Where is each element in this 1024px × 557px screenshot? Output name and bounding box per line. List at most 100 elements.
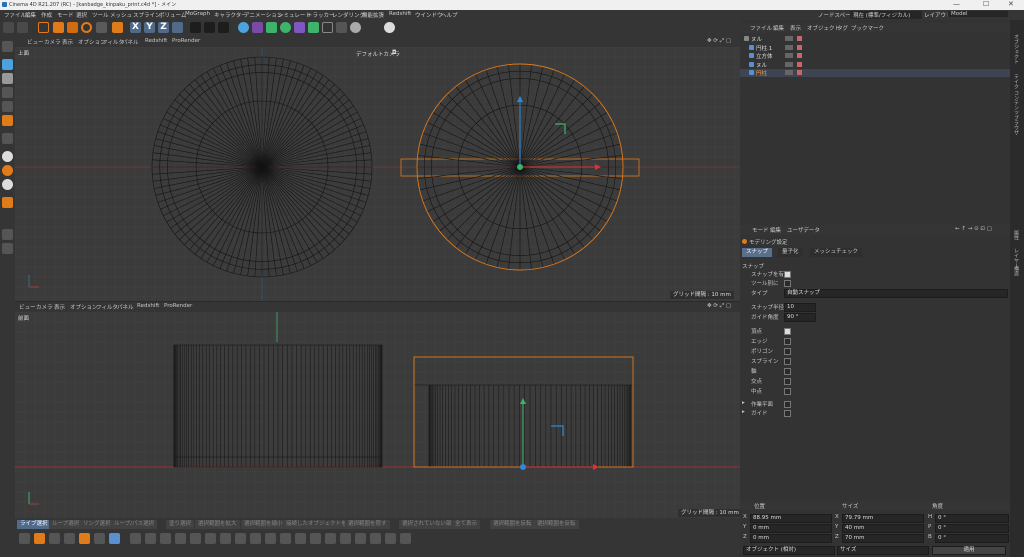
close-button[interactable]: ✕ xyxy=(1008,0,1014,8)
side-tab-objects[interactable]: オブジェクト xyxy=(1013,34,1020,64)
rotation-input[interactable]: 0 ° xyxy=(935,524,1009,533)
position-input[interactable]: 0 mm xyxy=(750,524,832,533)
visibility-toggle-icon[interactable] xyxy=(785,61,793,67)
light-object-icon[interactable] xyxy=(336,22,347,33)
menu-render[interactable]: レンダリング xyxy=(332,11,365,19)
hide-selected-button[interactable]: 選択範囲を隠す xyxy=(345,520,390,529)
om-menu-object[interactable]: オブジェクト xyxy=(807,24,840,32)
workplane-icon[interactable] xyxy=(2,179,13,190)
menu-select[interactable]: 選択 xyxy=(76,11,87,19)
guide-angle-input[interactable]: 90 ° xyxy=(784,313,816,322)
menu-mograph[interactable]: MoGraph xyxy=(185,11,210,17)
snap-item-checkbox[interactable] xyxy=(784,368,791,375)
menu-animation[interactable]: アニメーション xyxy=(244,11,282,19)
vp-nav-icons[interactable]: ✥ ⟳ ⤢ ▢ xyxy=(707,303,731,310)
nodespace-select[interactable]: 現在 (標準/フィジカル) xyxy=(850,11,923,19)
tab-snap[interactable]: スナップ xyxy=(742,248,773,257)
apply-button[interactable]: 適用 xyxy=(932,546,1006,555)
undo-icon[interactable] xyxy=(3,22,14,33)
workplane-checkbox[interactable] xyxy=(784,401,791,408)
fill-selection-button[interactable]: 塗り選択 xyxy=(166,520,195,529)
size-mode-select[interactable]: サイズ xyxy=(837,546,929,555)
pen-spline-icon[interactable] xyxy=(252,22,263,33)
grow-selection-button[interactable]: 選択範囲を拡大 xyxy=(195,520,240,529)
vp-menu-filter[interactable]: フィルタ xyxy=(96,303,118,311)
om-menu-file[interactable]: ファイル xyxy=(750,24,772,32)
tag-icon[interactable] xyxy=(797,53,802,58)
menu-spline[interactable]: スプライン xyxy=(133,11,161,19)
vp-menu-display[interactable]: 表示 xyxy=(62,38,73,46)
snap-type-select[interactable]: 自動スナップ xyxy=(784,289,1008,298)
menu-tracker[interactable]: トラッカー xyxy=(307,11,335,19)
path-selection-button[interactable]: ループ/パス選択 xyxy=(111,520,158,529)
camera-object-icon[interactable] xyxy=(322,22,333,33)
om-menu-edit[interactable]: 編集 xyxy=(773,24,784,32)
minimize-button[interactable]: — xyxy=(953,0,960,8)
coordinate-system-icon[interactable] xyxy=(172,22,183,33)
om-menu-tags[interactable]: タグ xyxy=(837,24,848,32)
om-menu-bookmarks[interactable]: ブックマーク xyxy=(851,24,884,32)
texture-mode-icon[interactable] xyxy=(2,73,13,84)
model-mode-icon[interactable] xyxy=(2,59,13,70)
recent-tool-icon[interactable] xyxy=(96,22,107,33)
front-viewport[interactable]: 前面 グリッド間隔 : 10 mm xyxy=(15,312,740,518)
invert-selection-button-2[interactable]: 選択範囲を反転 xyxy=(534,520,579,529)
tool-icon-6[interactable] xyxy=(94,533,105,544)
axis-mode-icon[interactable] xyxy=(2,133,13,144)
select-tool-icon[interactable] xyxy=(38,22,49,33)
tool-icon-3[interactable] xyxy=(49,533,60,544)
visibility-toggle-icon[interactable] xyxy=(785,53,793,58)
expand-arrow-icon[interactable]: ▸ xyxy=(742,409,745,415)
menu-tools[interactable]: ツール xyxy=(92,11,109,19)
top-viewport[interactable]: 上面 デフォルトカメラ ◘ グリッド間隔 : 10 mm xyxy=(15,47,740,301)
tool-icon-20[interactable] xyxy=(310,533,321,544)
menu-create[interactable]: 作成 xyxy=(41,11,52,19)
size-input[interactable]: 70 mm xyxy=(842,534,924,543)
am-menu-edit[interactable]: 編集 xyxy=(770,226,781,234)
x-axis-lock[interactable]: X xyxy=(130,22,141,33)
visibility-toggle-icon[interactable] xyxy=(785,70,793,75)
cube-primitive-icon[interactable] xyxy=(238,22,249,33)
tool-icon-16[interactable] xyxy=(250,533,261,544)
am-menu-userdata[interactable]: ユーザデータ xyxy=(787,226,820,234)
object-row[interactable]: 立方体 xyxy=(740,52,1010,60)
tool-icon-4[interactable] xyxy=(64,533,75,544)
snap-item-checkbox[interactable] xyxy=(784,388,791,395)
planar-workplane-icon[interactable] xyxy=(2,243,13,254)
vp-menu-redshift[interactable]: Redshift xyxy=(137,303,159,309)
tag-icon[interactable] xyxy=(797,61,802,67)
tab-quantize[interactable]: 量子化 xyxy=(778,248,803,257)
tool-icon-12[interactable] xyxy=(190,533,201,544)
side-tab-layers[interactable]: レイヤー xyxy=(1013,248,1020,268)
tool-icon-9[interactable] xyxy=(145,533,156,544)
tool-icon-22[interactable] xyxy=(340,533,351,544)
vp-menu-prorender[interactable]: ProRender xyxy=(164,303,192,309)
tab-mesh-check[interactable]: メッシュチェック xyxy=(810,248,863,257)
snap-radius-input[interactable]: 10 xyxy=(784,303,816,312)
vp-menu-view[interactable]: ビュー xyxy=(19,303,36,311)
tool-icon-7[interactable] xyxy=(109,533,120,544)
live-selection-button[interactable]: ライブ選択 xyxy=(17,520,51,529)
light-bulb-icon[interactable] xyxy=(350,22,361,33)
menu-edit[interactable]: 編集 xyxy=(25,11,36,19)
tool-icon-24[interactable] xyxy=(370,533,381,544)
make-editable-icon[interactable] xyxy=(2,41,13,52)
vp-nav-icons[interactable]: ✥ ⟳ ⤢ ▢ xyxy=(707,38,731,45)
maximize-button[interactable]: ☐ xyxy=(983,0,989,8)
tool-icon-14[interactable] xyxy=(220,533,231,544)
shrink-selection-button[interactable]: 選択範囲を縮小 xyxy=(241,520,286,529)
vp-menu-redshift[interactable]: Redshift xyxy=(145,38,167,44)
am-menu-mode[interactable]: モード xyxy=(752,226,769,234)
vp-menu-panel[interactable]: パネル xyxy=(117,303,134,311)
object-row[interactable]: 円柱.1 xyxy=(740,44,1010,52)
size-input[interactable]: 79.79 mm xyxy=(842,514,924,523)
guide-checkbox[interactable] xyxy=(784,410,791,417)
snap-item-checkbox[interactable] xyxy=(784,338,791,345)
object-row[interactable]: ヌル xyxy=(740,61,1010,69)
points-mode-icon[interactable] xyxy=(2,87,13,98)
om-menu-view[interactable]: 表示 xyxy=(790,24,801,32)
solo-icon[interactable] xyxy=(2,197,13,208)
layout-select[interactable]: Model xyxy=(948,11,1008,17)
position-input[interactable]: 0 mm xyxy=(750,534,832,543)
menu-mode[interactable]: モード xyxy=(57,11,74,19)
